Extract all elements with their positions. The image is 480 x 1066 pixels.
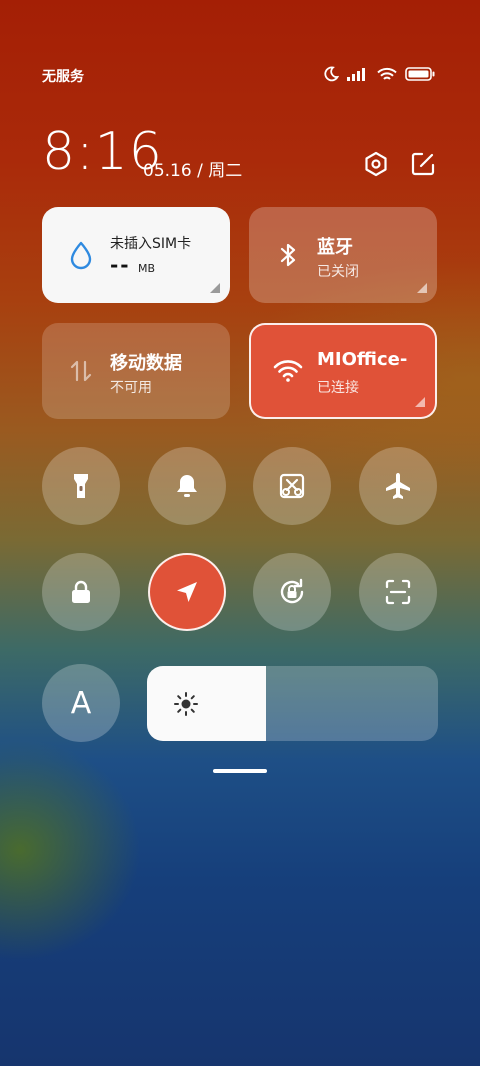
wifi-icon (273, 360, 303, 382)
bell-icon (177, 475, 197, 497)
flashlight-icon (74, 474, 88, 498)
moon-icon (324, 66, 339, 82)
wifi-icon (377, 67, 397, 80)
settings-icon[interactable] (362, 150, 390, 178)
wifi-tile[interactable]: MIOffice- 已连接 (249, 323, 437, 419)
brightness-fill (147, 666, 267, 741)
auto-rotate-toggle[interactable] (253, 553, 331, 631)
mobile-data-title: 移动数据 (110, 353, 182, 374)
battery-icon (405, 67, 435, 81)
airplane-icon (386, 473, 410, 499)
sim-data-unit: MB (138, 262, 156, 275)
scanner-toggle[interactable] (359, 553, 437, 631)
lock-screen-toggle[interactable] (42, 553, 120, 631)
scan-icon (385, 579, 411, 605)
water-drop-icon (70, 241, 92, 270)
drawer-handle[interactable] (213, 769, 267, 773)
mobile-data-tile[interactable]: 移动数据 不可用 (42, 323, 230, 419)
tile-expand-corner (417, 283, 427, 293)
wifi-network-name: MIOffice- (317, 349, 408, 370)
bluetooth-icon (280, 243, 296, 267)
data-arrows-icon (70, 360, 92, 382)
screenshot-toggle[interactable] (253, 447, 331, 525)
signal-icon (347, 68, 365, 81)
lock-icon (72, 580, 90, 603)
bluetooth-title: 蓝牙 (317, 237, 353, 258)
wifi-status: 已连接 (317, 380, 359, 396)
sun-icon (174, 692, 198, 716)
date-label: 05.16 / 周二 (143, 161, 243, 181)
sound-toggle[interactable] (148, 447, 226, 525)
airplane-toggle[interactable] (359, 447, 437, 525)
screenshot-scissors-icon (279, 473, 305, 499)
location-toggle[interactable] (148, 553, 226, 631)
carrier-status: 无服务 (42, 69, 84, 85)
bluetooth-tile[interactable]: 蓝牙 已关闭 (249, 207, 437, 303)
rotation-lock-icon (280, 578, 304, 604)
tile-expand-corner (415, 397, 425, 407)
flashlight-toggle[interactable] (42, 447, 120, 525)
sim-tile[interactable]: 未插入SIM卡 -- MB (42, 207, 230, 303)
auto-brightness-toggle[interactable]: A (42, 664, 120, 742)
sim-tile-title: 未插入SIM卡 (110, 236, 192, 252)
status-icons (323, 66, 435, 82)
edit-icon[interactable] (409, 150, 437, 178)
brightness-slider[interactable] (147, 666, 438, 741)
mobile-data-status: 不可用 (110, 380, 152, 396)
tile-expand-corner (210, 283, 220, 293)
auto-brightness-label: A (70, 685, 92, 721)
bluetooth-status: 已关闭 (317, 264, 359, 280)
sim-data-value: -- (110, 253, 131, 277)
location-arrow-icon (177, 582, 197, 602)
